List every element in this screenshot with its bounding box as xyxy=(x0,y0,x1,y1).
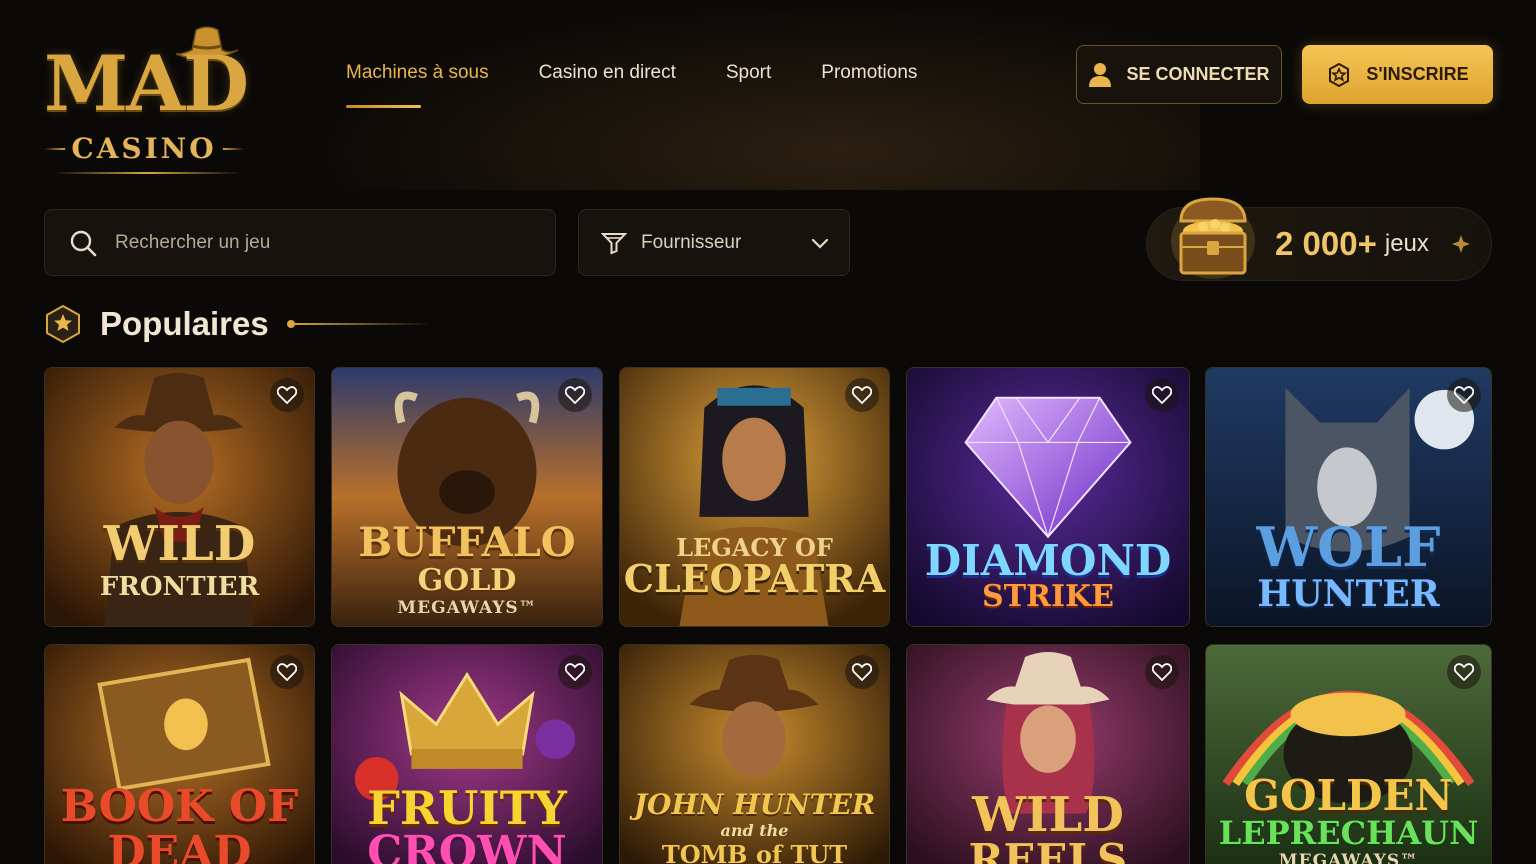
search-icon xyxy=(70,230,97,256)
heart-icon xyxy=(277,386,297,404)
favorite-button[interactable] xyxy=(558,378,592,412)
heart-icon xyxy=(852,663,872,681)
favorite-button[interactable] xyxy=(845,378,879,412)
heart-icon xyxy=(1454,663,1474,681)
game-title-line3: MEGAWAYS™ xyxy=(1278,851,1419,864)
game-card-book-of-dead[interactable]: BOOK OF DEAD xyxy=(44,644,315,864)
heart-icon xyxy=(1152,663,1172,681)
heart-icon xyxy=(852,386,872,404)
game-title-line2: and the xyxy=(720,821,789,840)
game-title-line1: FRUITY xyxy=(367,781,567,835)
games-count-unit: jeux xyxy=(1384,230,1429,257)
heart-icon xyxy=(565,663,585,681)
nav-item-live-casino[interactable]: Casino en direct xyxy=(539,62,676,108)
game-title-line1: WILD xyxy=(103,516,256,572)
game-title-line1: BOOK OF xyxy=(60,781,299,832)
game-title-line1: DIAMOND xyxy=(924,536,1172,585)
treasure-chest-icon xyxy=(1171,197,1255,279)
games-count-value: 2 000+ xyxy=(1275,225,1377,262)
game-title-line1: GOLDEN xyxy=(1244,771,1453,820)
game-card-buffalo-gold[interactable]: BUFFALO GOLD MEGAWAYS™ xyxy=(331,367,603,627)
star-badge-icon xyxy=(1329,62,1350,87)
nav-item-promotions[interactable]: Promotions xyxy=(821,62,917,108)
section-title: Populaires xyxy=(100,305,269,342)
favorite-button[interactable] xyxy=(845,655,879,689)
game-card-wolf-hunter[interactable]: WOLF HUNTER xyxy=(1205,367,1492,627)
favorite-button[interactable] xyxy=(1447,378,1481,412)
game-title-line2: HUNTER xyxy=(1257,573,1440,615)
nav-item-slots[interactable]: Machines à sous xyxy=(346,62,489,108)
game-title-line2: STRIKE xyxy=(982,579,1114,614)
search-input[interactable] xyxy=(115,231,535,254)
logo-underline xyxy=(52,172,242,174)
logo-casino-row: CASINO xyxy=(44,132,244,165)
game-card-golden-leprechaun[interactable]: GOLDEN LEPRECHAUN MEGAWAYS™ xyxy=(1205,644,1492,864)
provider-filter-label: Fournisseur xyxy=(641,231,742,253)
game-title-line3: TOMB of TUT xyxy=(661,840,848,864)
user-icon xyxy=(1089,62,1112,87)
game-card-fruity-crown[interactable]: FRUITY CROWN xyxy=(331,644,603,864)
provider-filter-dropdown[interactable]: Fournisseur xyxy=(578,209,850,276)
logo[interactable]: MAD CASINO xyxy=(44,24,249,184)
heart-icon xyxy=(1152,386,1172,404)
star-badge-icon xyxy=(46,304,80,344)
section-title-divider xyxy=(286,320,431,328)
game-title-line2: CROWN xyxy=(367,827,567,864)
game-title-line2: DEAD xyxy=(107,827,252,864)
favorite-button[interactable] xyxy=(270,655,304,689)
nav-item-sport[interactable]: Sport xyxy=(726,62,771,108)
game-title-line1: JOHN HUNTER xyxy=(633,788,876,821)
game-title-line2: GOLD xyxy=(417,563,517,598)
game-title-line1: WILD xyxy=(972,787,1124,843)
favorite-button[interactable] xyxy=(1145,655,1179,689)
game-card-wild-frontier[interactable]: WILD FRONTIER xyxy=(44,367,315,627)
login-button[interactable]: SE CONNECTER xyxy=(1076,45,1282,104)
favorite-button[interactable] xyxy=(1447,655,1481,689)
game-title-line2: REELS xyxy=(968,835,1128,864)
signup-button[interactable]: S'INSCRIRE xyxy=(1302,45,1493,104)
game-title-line1: BUFFALO xyxy=(358,519,576,566)
logo-casino-text: CASINO xyxy=(71,132,217,165)
favorite-button[interactable] xyxy=(1145,378,1179,412)
game-title-line1: WOLF xyxy=(1256,515,1441,579)
signup-button-label: S'INSCRIRE xyxy=(1366,64,1469,84)
chevron-down-icon xyxy=(811,238,829,249)
game-title-line3: MEGAWAYS™ xyxy=(397,598,537,618)
favorite-button[interactable] xyxy=(558,655,592,689)
heart-icon xyxy=(1454,386,1474,404)
game-card-wild-reels[interactable]: WILD REELS xyxy=(906,644,1190,864)
login-button-label: SE CONNECTER xyxy=(1126,64,1270,84)
sparkle-icon xyxy=(1451,235,1470,253)
favorite-button[interactable] xyxy=(270,378,304,412)
game-card-john-hunter[interactable]: JOHN HUNTER and the TOMB of TUT xyxy=(619,644,890,864)
game-title-line2: FRONTIER xyxy=(99,572,260,602)
logo-mad-text: MAD xyxy=(44,39,249,128)
filter-icon xyxy=(601,232,627,254)
game-title-line2: CLEOPATRA xyxy=(623,556,886,601)
logo-divider-left xyxy=(44,147,66,150)
game-title-line2: LEPRECHAUN xyxy=(1218,814,1479,852)
heart-icon xyxy=(565,386,585,404)
game-card-diamond-strike[interactable]: DIAMOND STRIKE xyxy=(906,367,1190,627)
section-header-popular: Populaires xyxy=(44,304,431,344)
games-count-badge: 2 000+ jeux xyxy=(1146,197,1492,281)
main-nav: Machines à sous Casino en direct Sport P… xyxy=(346,62,917,108)
game-card-legacy-of-cleopatra[interactable]: LEGACY OF CLEOPATRA xyxy=(619,367,890,627)
search-box[interactable] xyxy=(44,209,556,276)
heart-icon xyxy=(277,663,297,681)
logo-divider-right xyxy=(222,147,244,150)
